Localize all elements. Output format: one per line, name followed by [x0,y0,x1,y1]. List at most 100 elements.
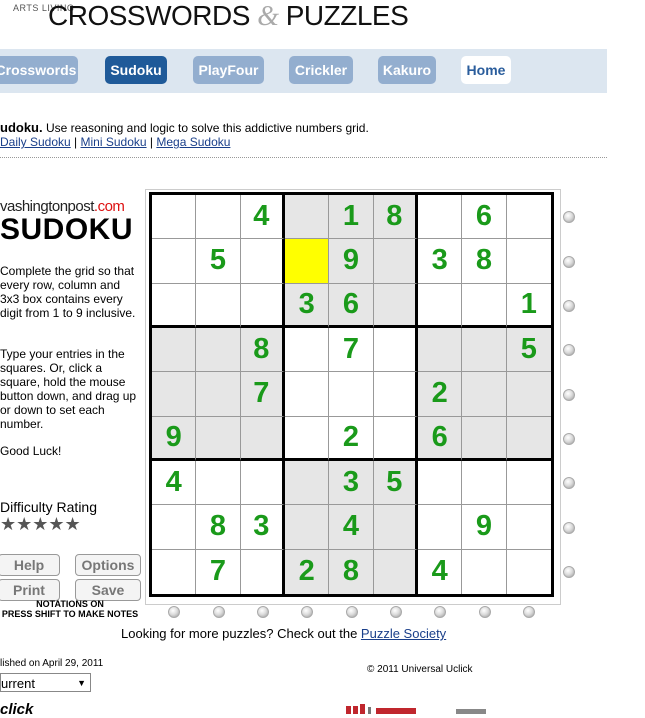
grid-cell[interactable] [373,372,418,417]
grid-cell[interactable] [196,372,241,417]
grid-cell[interactable]: 8 [196,505,241,550]
grid-cell[interactable] [240,416,285,461]
grid-cell[interactable]: 7 [240,372,285,417]
grid-cell[interactable] [373,416,418,461]
grid-cell[interactable] [152,372,197,417]
column-marker-icon[interactable] [212,606,225,618]
grid-cell[interactable] [196,195,241,240]
grid-cell[interactable]: 1 [506,284,551,328]
grid-cell[interactable] [462,460,507,506]
grid-cell[interactable] [462,416,507,461]
grid-cell[interactable]: 9 [462,505,507,550]
grid-cell[interactable] [196,283,241,328]
tab-playfour[interactable]: PlayFour [193,56,264,84]
grid-cell[interactable] [417,505,463,550]
grid-cell[interactable] [284,460,330,506]
grid-cell[interactable] [462,327,507,373]
grid-cell[interactable]: 3 [329,460,374,506]
grid-cell[interactable]: 3 [240,505,285,550]
grid-cell[interactable] [152,327,197,373]
grid-cell[interactable]: 5 [373,460,418,506]
grid-cell[interactable] [417,195,463,240]
grid-cell[interactable] [152,195,197,240]
grid-cell[interactable]: 1 [329,195,374,240]
grid-cell[interactable] [462,283,507,328]
grid-cell[interactable] [373,327,418,373]
grid-cell[interactable]: 8 [240,327,285,373]
grid-cell[interactable] [152,505,197,550]
grid-cell[interactable] [284,239,330,284]
column-marker-icon[interactable] [345,606,358,618]
options-button[interactable]: Options [75,554,141,576]
grid-cell[interactable] [373,283,418,328]
grid-cell[interactable] [373,505,418,550]
grid-cell[interactable] [373,549,418,594]
grid-cell[interactable] [462,549,507,594]
grid-cell[interactable]: 9 [152,416,197,461]
grid-cell[interactable]: 5 [506,327,551,373]
grid-cell[interactable] [196,460,241,506]
column-marker-icon[interactable] [301,606,314,618]
grid-cell[interactable] [152,549,197,594]
row-marker-icon[interactable] [563,565,575,578]
row-marker-icon[interactable] [563,255,575,268]
grid-cell[interactable] [196,416,241,461]
grid-cell[interactable]: 6 [462,195,507,240]
grid-cell[interactable]: 9 [329,239,374,284]
grid-cell[interactable]: 4 [152,460,197,506]
grid-cell[interactable] [329,372,374,417]
tab-home[interactable]: Home [461,56,511,84]
column-marker-icon[interactable] [478,606,491,618]
grid-cell[interactable] [506,372,551,417]
grid-cell[interactable]: 4 [240,195,285,240]
grid-cell[interactable]: 8 [329,549,374,594]
link-mini-sudoku[interactable]: Mini Sudoku [81,135,147,149]
puzzle-date-select[interactable]: urrent ▼ [0,673,91,692]
grid-cell[interactable] [284,327,330,373]
grid-cell[interactable]: 6 [417,416,463,461]
grid-cell[interactable] [241,549,285,594]
tab-crickler[interactable]: Crickler [289,56,353,84]
grid-cell[interactable] [284,505,330,550]
grid-cell[interactable] [152,283,197,328]
grid-cell[interactable]: 7 [196,549,241,594]
grid-cell[interactable]: 3 [417,239,463,284]
row-marker-icon[interactable] [563,432,575,445]
grid-cell[interactable] [240,460,285,506]
tab-kakuro[interactable]: Kakuro [378,56,436,84]
grid-cell[interactable] [373,239,418,284]
grid-cell[interactable] [240,239,285,284]
grid-cell[interactable] [507,550,551,594]
grid-cell[interactable] [506,195,551,240]
grid-cell[interactable]: 6 [329,283,374,328]
grid-cell[interactable] [462,372,507,417]
column-marker-icon[interactable] [434,606,447,618]
column-marker-icon[interactable] [256,606,269,618]
row-marker-icon[interactable] [563,477,575,490]
link-daily-sudoku[interactable]: Daily Sudoku [0,135,71,149]
grid-cell[interactable] [506,461,551,506]
tab-crosswords[interactable]: Crosswords [0,56,78,84]
grid-cell[interactable] [417,327,463,373]
grid-cell[interactable] [152,239,197,284]
grid-cell[interactable]: 8 [373,195,418,240]
tab-sudoku[interactable]: Sudoku [105,56,167,84]
grid-cell[interactable] [284,372,330,417]
grid-cell[interactable]: 2 [329,416,374,461]
grid-cell[interactable] [506,416,551,461]
print-button[interactable]: Print [0,579,60,601]
site-logo[interactable]: CROSSWORDS & PUZZLES [48,0,409,33]
column-marker-icon[interactable] [389,606,402,618]
grid-cell[interactable]: 4 [329,505,374,550]
grid-cell[interactable]: 8 [462,239,507,284]
grid-cell[interactable]: 7 [329,327,374,373]
grid-cell[interactable]: 5 [196,239,241,284]
save-button[interactable]: Save [75,579,141,601]
grid-cell[interactable] [284,416,330,461]
grid-cell[interactable] [417,283,463,328]
grid-cell[interactable] [196,327,241,373]
grid-cell[interactable] [506,505,551,550]
grid-cell[interactable] [240,283,285,328]
row-marker-icon[interactable] [563,388,575,401]
column-marker-icon[interactable] [522,606,535,618]
